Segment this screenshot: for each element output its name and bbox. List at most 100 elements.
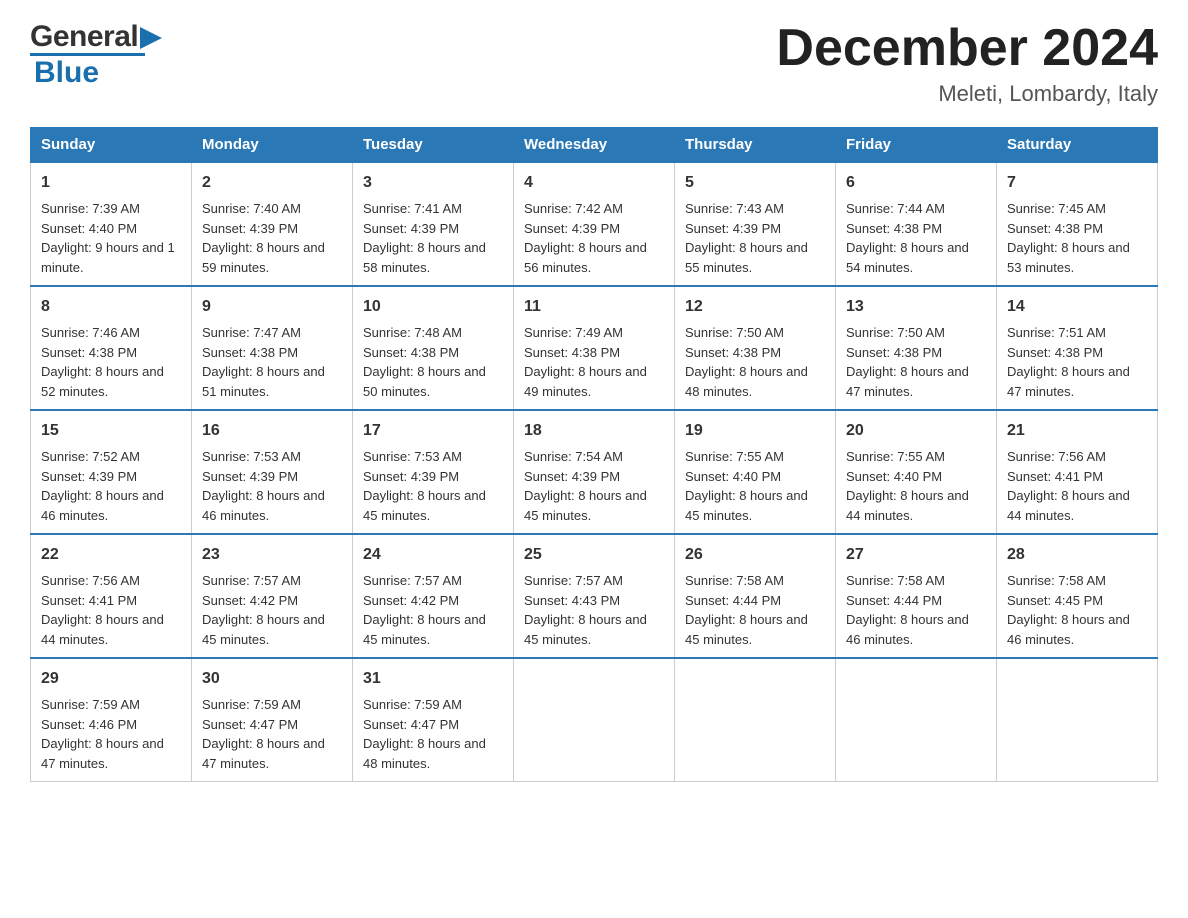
day-number: 29 xyxy=(41,667,181,691)
calendar-cell: 27 Sunrise: 7:58 AMSunset: 4:44 PMDayligh… xyxy=(836,534,997,658)
day-info: Sunrise: 7:53 AMSunset: 4:39 PMDaylight:… xyxy=(202,449,325,523)
day-info: Sunrise: 7:50 AMSunset: 4:38 PMDaylight:… xyxy=(685,325,808,399)
day-number: 1 xyxy=(41,171,181,195)
calendar-header: SundayMondayTuesdayWednesdayThursdayFrid… xyxy=(31,128,1158,163)
day-info: Sunrise: 7:46 AMSunset: 4:38 PMDaylight:… xyxy=(41,325,164,399)
day-info: Sunrise: 7:48 AMSunset: 4:38 PMDaylight:… xyxy=(363,325,486,399)
logo-blue-text: Blue xyxy=(34,56,99,89)
day-info: Sunrise: 7:58 AMSunset: 4:45 PMDaylight:… xyxy=(1007,573,1130,647)
day-number: 26 xyxy=(685,543,825,567)
day-number: 8 xyxy=(41,295,181,319)
week-row-3: 15 Sunrise: 7:52 AMSunset: 4:39 PMDayligh… xyxy=(31,410,1158,534)
calendar-cell: 22 Sunrise: 7:56 AMSunset: 4:41 PMDayligh… xyxy=(31,534,192,658)
day-number: 27 xyxy=(846,543,986,567)
calendar-table: SundayMondayTuesdayWednesdayThursdayFrid… xyxy=(30,127,1158,782)
day-number: 16 xyxy=(202,419,342,443)
calendar-cell: 26 Sunrise: 7:58 AMSunset: 4:44 PMDayligh… xyxy=(675,534,836,658)
calendar-cell: 4 Sunrise: 7:42 AMSunset: 4:39 PMDaylight… xyxy=(514,162,675,286)
day-info: Sunrise: 7:52 AMSunset: 4:39 PMDaylight:… xyxy=(41,449,164,523)
week-row-4: 22 Sunrise: 7:56 AMSunset: 4:41 PMDayligh… xyxy=(31,534,1158,658)
day-info: Sunrise: 7:58 AMSunset: 4:44 PMDaylight:… xyxy=(685,573,808,647)
day-info: Sunrise: 7:59 AMSunset: 4:46 PMDaylight:… xyxy=(41,697,164,771)
calendar-cell xyxy=(997,658,1158,782)
calendar-cell: 24 Sunrise: 7:57 AMSunset: 4:42 PMDayligh… xyxy=(353,534,514,658)
calendar-cell: 10 Sunrise: 7:48 AMSunset: 4:38 PMDayligh… xyxy=(353,286,514,410)
calendar-cell: 14 Sunrise: 7:51 AMSunset: 4:38 PMDayligh… xyxy=(997,286,1158,410)
day-number: 12 xyxy=(685,295,825,319)
day-number: 21 xyxy=(1007,419,1147,443)
calendar-cell: 30Sunrise: 7:59 AMSunset: 4:47 PMDayligh… xyxy=(192,658,353,782)
day-info: Sunrise: 7:54 AMSunset: 4:39 PMDaylight:… xyxy=(524,449,647,523)
day-header-saturday: Saturday xyxy=(997,128,1158,163)
day-info: Sunrise: 7:56 AMSunset: 4:41 PMDaylight:… xyxy=(41,573,164,647)
day-header-wednesday: Wednesday xyxy=(514,128,675,163)
calendar-cell: 8 Sunrise: 7:46 AMSunset: 4:38 PMDaylight… xyxy=(31,286,192,410)
day-number: 14 xyxy=(1007,295,1147,319)
location-text: Meleti, Lombardy, Italy xyxy=(776,81,1158,107)
day-number: 2 xyxy=(202,171,342,195)
day-info: Sunrise: 7:58 AMSunset: 4:44 PMDaylight:… xyxy=(846,573,969,647)
calendar-cell xyxy=(836,658,997,782)
day-info: Sunrise: 7:42 AMSunset: 4:39 PMDaylight:… xyxy=(524,201,647,275)
logo-general-text: General xyxy=(30,20,138,54)
day-info: Sunrise: 7:56 AMSunset: 4:41 PMDaylight:… xyxy=(1007,449,1130,523)
day-info: Sunrise: 7:51 AMSunset: 4:38 PMDaylight:… xyxy=(1007,325,1130,399)
day-number: 28 xyxy=(1007,543,1147,567)
day-number: 25 xyxy=(524,543,664,567)
day-info: Sunrise: 7:44 AMSunset: 4:38 PMDaylight:… xyxy=(846,201,969,275)
day-info: Sunrise: 7:49 AMSunset: 4:38 PMDaylight:… xyxy=(524,325,647,399)
day-info: Sunrise: 7:57 AMSunset: 4:42 PMDaylight:… xyxy=(363,573,486,647)
day-header-sunday: Sunday xyxy=(31,128,192,163)
calendar-body: 1 Sunrise: 7:39 AMSunset: 4:40 PMDaylight… xyxy=(31,162,1158,782)
day-info: Sunrise: 7:59 AMSunset: 4:47 PMDaylight:… xyxy=(363,697,486,771)
day-header-tuesday: Tuesday xyxy=(353,128,514,163)
calendar-cell: 29 Sunrise: 7:59 AMSunset: 4:46 PMDayligh… xyxy=(31,658,192,782)
calendar-cell: 9Sunrise: 7:47 AMSunset: 4:38 PMDaylight… xyxy=(192,286,353,410)
page-header: General Blue December 2024 Meleti, Lomba… xyxy=(30,20,1158,107)
day-header-thursday: Thursday xyxy=(675,128,836,163)
calendar-cell: 31Sunrise: 7:59 AMSunset: 4:47 PMDayligh… xyxy=(353,658,514,782)
day-number: 24 xyxy=(363,543,503,567)
day-number: 19 xyxy=(685,419,825,443)
calendar-cell: 25 Sunrise: 7:57 AMSunset: 4:43 PMDayligh… xyxy=(514,534,675,658)
header-right: December 2024 Meleti, Lombardy, Italy xyxy=(776,20,1158,107)
day-number: 20 xyxy=(846,419,986,443)
day-info: Sunrise: 7:39 AMSunset: 4:40 PMDaylight:… xyxy=(41,201,175,275)
day-info: Sunrise: 7:59 AMSunset: 4:47 PMDaylight:… xyxy=(202,697,325,771)
day-header-monday: Monday xyxy=(192,128,353,163)
calendar-cell xyxy=(675,658,836,782)
calendar-cell: 18 Sunrise: 7:54 AMSunset: 4:39 PMDayligh… xyxy=(514,410,675,534)
week-row-5: 29 Sunrise: 7:59 AMSunset: 4:46 PMDayligh… xyxy=(31,658,1158,782)
day-number: 23 xyxy=(202,543,342,567)
day-info: Sunrise: 7:57 AMSunset: 4:42 PMDaylight:… xyxy=(202,573,325,647)
calendar-cell: 13Sunrise: 7:50 AMSunset: 4:38 PMDayligh… xyxy=(836,286,997,410)
calendar-cell: 2 Sunrise: 7:40 AMSunset: 4:39 PMDaylight… xyxy=(192,162,353,286)
header-row: SundayMondayTuesdayWednesdayThursdayFrid… xyxy=(31,128,1158,163)
calendar-cell: 11Sunrise: 7:49 AMSunset: 4:38 PMDayligh… xyxy=(514,286,675,410)
calendar-cell: 21 Sunrise: 7:56 AMSunset: 4:41 PMDayligh… xyxy=(997,410,1158,534)
day-number: 18 xyxy=(524,419,664,443)
day-number: 10 xyxy=(363,295,503,319)
day-info: Sunrise: 7:40 AMSunset: 4:39 PMDaylight:… xyxy=(202,201,325,275)
logo-triangle-icon xyxy=(140,27,162,49)
day-number: 7 xyxy=(1007,171,1147,195)
calendar-cell: 17Sunrise: 7:53 AMSunset: 4:39 PMDayligh… xyxy=(353,410,514,534)
calendar-cell: 3Sunrise: 7:41 AMSunset: 4:39 PMDaylight… xyxy=(353,162,514,286)
day-number: 22 xyxy=(41,543,181,567)
day-number: 15 xyxy=(41,419,181,443)
day-number: 13 xyxy=(846,295,986,319)
day-number: 4 xyxy=(524,171,664,195)
day-info: Sunrise: 7:57 AMSunset: 4:43 PMDaylight:… xyxy=(524,573,647,647)
day-number: 6 xyxy=(846,171,986,195)
logo: General Blue xyxy=(30,20,162,90)
day-info: Sunrise: 7:45 AMSunset: 4:38 PMDaylight:… xyxy=(1007,201,1130,275)
calendar-cell: 16 Sunrise: 7:53 AMSunset: 4:39 PMDayligh… xyxy=(192,410,353,534)
calendar-cell: 28 Sunrise: 7:58 AMSunset: 4:45 PMDayligh… xyxy=(997,534,1158,658)
calendar-cell: 1 Sunrise: 7:39 AMSunset: 4:40 PMDaylight… xyxy=(31,162,192,286)
calendar-cell: 23 Sunrise: 7:57 AMSunset: 4:42 PMDayligh… xyxy=(192,534,353,658)
day-info: Sunrise: 7:43 AMSunset: 4:39 PMDaylight:… xyxy=(685,201,808,275)
day-header-friday: Friday xyxy=(836,128,997,163)
calendar-cell: 7 Sunrise: 7:45 AMSunset: 4:38 PMDaylight… xyxy=(997,162,1158,286)
day-number: 17 xyxy=(363,419,503,443)
day-number: 9 xyxy=(202,295,342,319)
